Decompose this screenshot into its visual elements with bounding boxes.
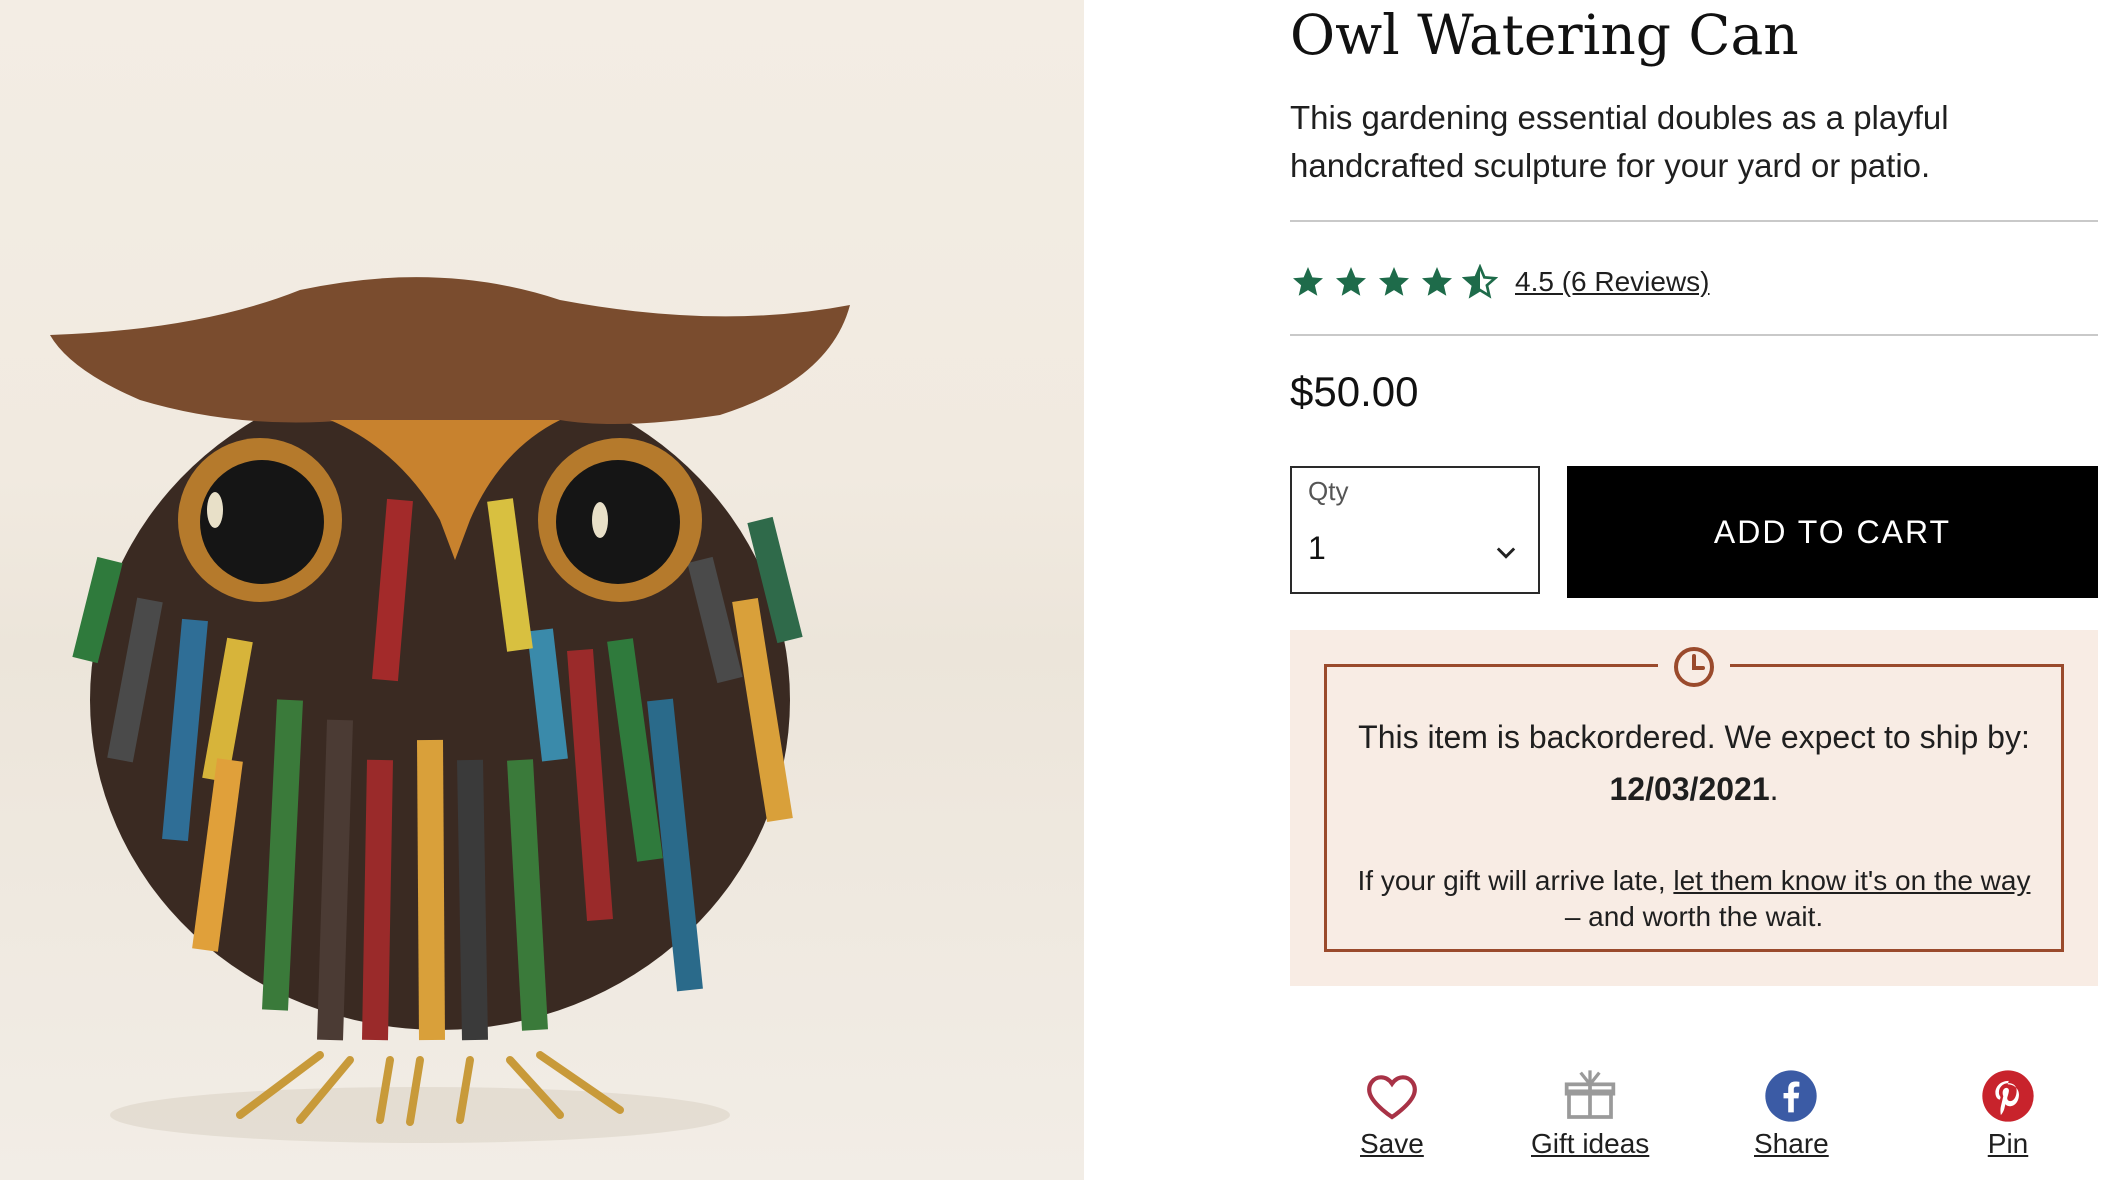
star-full-icon xyxy=(1422,267,1452,296)
divider xyxy=(1290,220,2098,222)
backorder-text-end: . xyxy=(1769,771,1779,807)
backorder-message: This item is backordered. We expect to s… xyxy=(1347,711,2041,815)
facebook-icon xyxy=(1765,1070,1818,1122)
qty-value: 1 xyxy=(1308,530,1326,566)
backorder-notice: This item is backordered. We expect to s… xyxy=(1290,630,2098,986)
star-full-icon xyxy=(1379,267,1409,296)
notify-recipient-link[interactable]: let them know it's on the way xyxy=(1673,865,2030,896)
star-full-icon xyxy=(1293,267,1323,296)
chevron-down-icon xyxy=(1496,547,1516,559)
product-title: Owl Watering Can xyxy=(1290,3,1799,67)
product-price: $50.00 xyxy=(1290,368,1419,415)
star-full-icon xyxy=(1336,267,1366,296)
ship-date: 12/03/2021 xyxy=(1609,771,1770,807)
save-label: Save xyxy=(1360,1128,1424,1159)
gift-ideas-label: Gift ideas xyxy=(1531,1128,1650,1159)
gift-ideas-button[interactable]: Gift ideas xyxy=(1531,1068,1649,1160)
divider xyxy=(1290,334,2098,336)
quantity-select[interactable]: Qty 1 xyxy=(1290,466,1540,594)
heart-icon xyxy=(1367,1075,1417,1120)
gift-icon xyxy=(1564,1070,1616,1119)
rating[interactable]: 4.5 (6 Reviews) xyxy=(1290,264,1710,300)
late-gift-message: If your gift will arrive late, let them … xyxy=(1347,863,2041,935)
notice-border: This item is backordered. We expect to s… xyxy=(1324,645,2064,952)
share-button[interactable]: Share xyxy=(1754,1068,1829,1160)
star-half-icon xyxy=(1462,264,1498,299)
share-label: Share xyxy=(1754,1128,1829,1159)
reviews-link[interactable]: 4.5 (6 Reviews) xyxy=(1515,266,1710,298)
pin-button[interactable]: Pin xyxy=(1980,1068,2036,1160)
qty-label: Qty xyxy=(1308,476,1349,506)
save-button[interactable]: Save xyxy=(1360,1068,1424,1160)
clock-icon xyxy=(1658,645,1730,689)
backorder-text: This item is backordered. We expect to s… xyxy=(1358,719,2030,755)
late-gift-text-end: – and worth the wait. xyxy=(1564,901,1824,932)
late-gift-text: If your gift will arrive late, xyxy=(1357,865,1674,896)
product-description: This gardening essential doubles as a pl… xyxy=(1290,99,1949,184)
pin-label: Pin xyxy=(1987,1128,2029,1159)
product-image[interactable] xyxy=(0,0,1084,1180)
add-to-cart-button[interactable]: ADD TO CART xyxy=(1567,466,2098,598)
pinterest-icon xyxy=(1982,1070,2034,1122)
